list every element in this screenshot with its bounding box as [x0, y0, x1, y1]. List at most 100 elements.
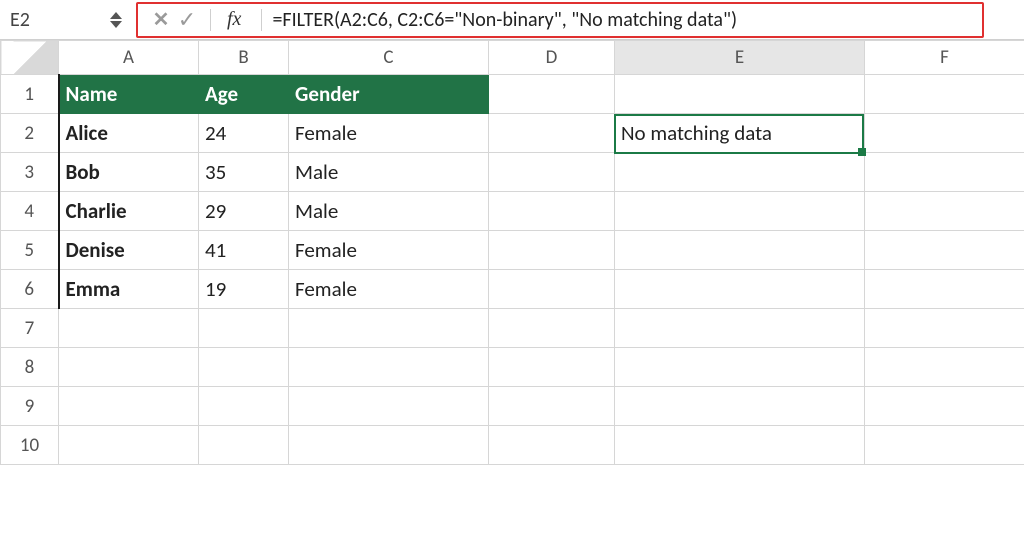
row-header[interactable]: 6: [1, 270, 59, 309]
col-header-D[interactable]: D: [489, 41, 615, 75]
cell-C7[interactable]: [289, 309, 489, 348]
row-2: 2 Alice 24 Female No matching data: [1, 114, 1024, 153]
cell-C6[interactable]: Female: [289, 270, 489, 309]
fx-icon[interactable]: fx: [227, 8, 241, 31]
cell-D1[interactable]: [489, 75, 615, 114]
cell-B1[interactable]: Age: [199, 75, 289, 114]
cell-F3[interactable]: [865, 153, 1024, 192]
cell-A9[interactable]: [59, 387, 199, 426]
row-3: 3 Bob 35 Male: [1, 153, 1024, 192]
formula-bar-row: E2 ✕ ✓ fx =FILTER(A2:C6, C2:C6="Non-bina…: [0, 0, 1024, 40]
cell-D9[interactable]: [489, 387, 615, 426]
row-header[interactable]: 4: [1, 192, 59, 231]
cell-B10[interactable]: [199, 426, 289, 465]
col-header-A[interactable]: A: [59, 41, 199, 75]
cell-A4[interactable]: Charlie: [59, 192, 199, 231]
cell-B5[interactable]: 41: [199, 231, 289, 270]
row-header[interactable]: 8: [1, 348, 59, 387]
cell-C1[interactable]: Gender: [289, 75, 489, 114]
cell-C10[interactable]: [289, 426, 489, 465]
cell-A6[interactable]: Emma: [59, 270, 199, 309]
confirm-formula-icon[interactable]: ✓: [174, 6, 200, 33]
row-header[interactable]: 7: [1, 309, 59, 348]
cell-C9[interactable]: [289, 387, 489, 426]
cell-F10[interactable]: [865, 426, 1024, 465]
cell-D3[interactable]: [489, 153, 615, 192]
cell-E1[interactable]: [615, 75, 865, 114]
cell-C5[interactable]: Female: [289, 231, 489, 270]
name-box[interactable]: E2: [10, 8, 130, 32]
cell-B6[interactable]: 19: [199, 270, 289, 309]
chevron-up-icon[interactable]: [110, 12, 122, 19]
cell-E6[interactable]: [615, 270, 865, 309]
cell-B4[interactable]: 29: [199, 192, 289, 231]
row-4: 4 Charlie 29 Male: [1, 192, 1024, 231]
fill-handle[interactable]: [858, 148, 866, 156]
cell-D2[interactable]: [489, 114, 615, 153]
row-5: 5 Denise 41 Female: [1, 231, 1024, 270]
cell-E8[interactable]: [615, 348, 865, 387]
cell-A1[interactable]: Name: [59, 75, 199, 114]
cell-D10[interactable]: [489, 426, 615, 465]
cell-B2[interactable]: 24: [199, 114, 289, 153]
cell-D6[interactable]: [489, 270, 615, 309]
row-header[interactable]: 5: [1, 231, 59, 270]
cell-E3[interactable]: [615, 153, 865, 192]
cell-F8[interactable]: [865, 348, 1024, 387]
cell-D5[interactable]: [489, 231, 615, 270]
cell-A2[interactable]: Alice: [59, 114, 199, 153]
cell-A10[interactable]: [59, 426, 199, 465]
formula-input[interactable]: =FILTER(A2:C6, C2:C6="Non-binary", "No m…: [272, 8, 972, 32]
cell-E2[interactable]: No matching data: [615, 114, 865, 153]
cell-A7[interactable]: [59, 309, 199, 348]
chevron-down-icon[interactable]: [110, 21, 122, 28]
row-header[interactable]: 2: [1, 114, 59, 153]
row-8: 8: [1, 348, 1024, 387]
spreadsheet-grid[interactable]: A B C D E F 1 Name Age Gender 2 Alice 24: [0, 40, 1024, 465]
cell-F7[interactable]: [865, 309, 1024, 348]
cell-D7[interactable]: [489, 309, 615, 348]
cell-C3[interactable]: Male: [289, 153, 489, 192]
col-header-C[interactable]: C: [289, 41, 489, 75]
name-box-stepper[interactable]: [110, 12, 122, 28]
cell-C8[interactable]: [289, 348, 489, 387]
cell-F6[interactable]: [865, 270, 1024, 309]
cell-B9[interactable]: [199, 387, 289, 426]
name-box-value: E2: [10, 8, 30, 32]
cell-F2[interactable]: [865, 114, 1024, 153]
select-all-corner[interactable]: [1, 41, 59, 75]
row-7: 7: [1, 309, 1024, 348]
col-header-B[interactable]: B: [199, 41, 289, 75]
row-header[interactable]: 3: [1, 153, 59, 192]
cell-F1[interactable]: [865, 75, 1024, 114]
cell-D8[interactable]: [489, 348, 615, 387]
formula-bar-group: ✕ ✓ fx =FILTER(A2:C6, C2:C6="Non-binary"…: [136, 2, 984, 38]
divider: [210, 9, 211, 31]
cell-C4[interactable]: Male: [289, 192, 489, 231]
cell-E7[interactable]: [615, 309, 865, 348]
cell-D4[interactable]: [489, 192, 615, 231]
row-header[interactable]: 1: [1, 75, 59, 114]
cell-A8[interactable]: [59, 348, 199, 387]
cell-A3[interactable]: Bob: [59, 153, 199, 192]
col-header-E[interactable]: E: [615, 41, 865, 75]
row-1: 1 Name Age Gender: [1, 75, 1024, 114]
column-header-row: A B C D E F: [1, 41, 1024, 75]
cell-E4[interactable]: [615, 192, 865, 231]
cell-F5[interactable]: [865, 231, 1024, 270]
cell-B3[interactable]: 35: [199, 153, 289, 192]
cell-A5[interactable]: Denise: [59, 231, 199, 270]
cell-E5[interactable]: [615, 231, 865, 270]
cell-B8[interactable]: [199, 348, 289, 387]
cell-F4[interactable]: [865, 192, 1024, 231]
row-6: 6 Emma 19 Female: [1, 270, 1024, 309]
row-header[interactable]: 9: [1, 387, 59, 426]
col-header-F[interactable]: F: [865, 41, 1024, 75]
cell-F9[interactable]: [865, 387, 1024, 426]
cell-E10[interactable]: [615, 426, 865, 465]
row-header[interactable]: 10: [1, 426, 59, 465]
cell-B7[interactable]: [199, 309, 289, 348]
cancel-formula-icon[interactable]: ✕: [148, 7, 174, 32]
cell-C2[interactable]: Female: [289, 114, 489, 153]
cell-E9[interactable]: [615, 387, 865, 426]
